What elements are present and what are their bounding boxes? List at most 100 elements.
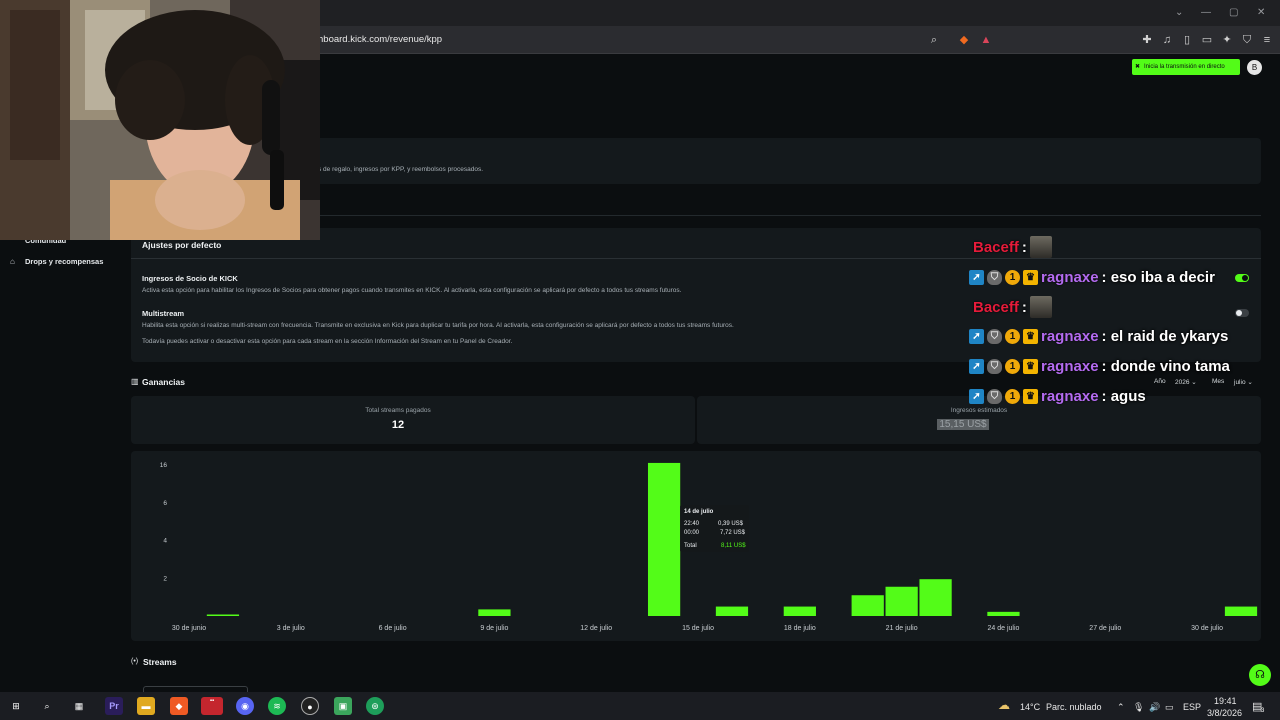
x-tick-label: 12 de julio	[580, 625, 612, 632]
weather-desc[interactable]: Parc. nublado	[1046, 702, 1102, 712]
chat-text: : agus	[1101, 387, 1146, 405]
chart-bar[interactable]	[715, 606, 749, 616]
chart-bar[interactable]	[987, 611, 1020, 616]
language-indicator[interactable]: ESP	[1183, 702, 1201, 712]
spotify-icon[interactable]: ≋	[268, 697, 286, 715]
chevron-down-icon: ⌄	[1191, 379, 1197, 386]
chat-text: : donde vino tama	[1101, 357, 1230, 375]
wallet-icon[interactable]: ▭	[1200, 33, 1214, 47]
tab-list-icon[interactable]: ⌄	[1175, 7, 1183, 18]
tooltip-total-value: 8,11 US$	[721, 543, 746, 549]
gift-icon: ⌂	[10, 257, 15, 266]
file-explorer-icon[interactable]: ▬	[137, 697, 155, 715]
go-live-label: Inicia la transmisión en directo	[1144, 64, 1225, 70]
sub-badge-icon: 1	[1005, 269, 1020, 285]
kick-app-icon[interactable]: ⊛	[366, 697, 384, 715]
chart-bar[interactable]	[206, 614, 240, 617]
chart-bar[interactable]	[783, 606, 816, 616]
chat-username: ragnaxe	[1041, 387, 1099, 405]
month-label: Mes	[1212, 378, 1225, 385]
url-text[interactable]: hboard.kick.com/revenue/kpp	[318, 34, 442, 45]
premiere-icon[interactable]: Pr	[105, 697, 123, 715]
emote-icon	[1029, 236, 1052, 258]
stream-app-icon[interactable]: ▪▪	[201, 697, 223, 715]
estimated-revenue-value: 15,15 US$	[937, 419, 989, 430]
menu-icon[interactable]: ≡	[1260, 33, 1274, 47]
avatar[interactable]: B	[1247, 60, 1262, 75]
task-view-icon[interactable]: ▦	[70, 697, 88, 715]
obs-icon[interactable]: ●	[301, 697, 319, 715]
maximize-icon[interactable]: ▢	[1229, 7, 1238, 18]
x-tick-label: 3 de julio	[277, 625, 305, 632]
chevron-down-icon: ⌄	[1247, 379, 1253, 386]
start-icon[interactable]: ⊞	[7, 697, 25, 715]
zoom-icon[interactable]: ⌕	[927, 33, 941, 47]
x-tick-label: 24 de julio	[987, 625, 1019, 632]
sub-badge-icon: 1	[1005, 388, 1020, 404]
divider	[131, 258, 1261, 259]
founder-badge-icon: ♛	[1023, 269, 1038, 285]
prime-badge-icon: ➚	[969, 358, 984, 374]
partner-title: Ingresos de Socio de KICK	[142, 274, 238, 283]
chart-bar[interactable]	[851, 595, 884, 616]
info-banner-text: s de regalo, ingresos por KPP, y reembol…	[318, 166, 483, 173]
year-label: Año	[1154, 378, 1166, 385]
search-icon[interactable]: ⌕	[38, 697, 56, 715]
year-select[interactable]: 2026 ⌄	[1175, 378, 1197, 386]
chat-username: ragnaxe	[1041, 357, 1099, 375]
streams-title: Streams	[143, 657, 177, 667]
minimize-icon[interactable]: —	[1201, 7, 1211, 18]
clock-date[interactable]: 3/8/2026	[1207, 708, 1242, 718]
chart-icon: ▥	[131, 377, 139, 386]
chat-message: ➚ ⛉ 1 ♛ ragnaxe : agus	[969, 386, 1146, 406]
tooltip-total-label: Total	[684, 543, 697, 549]
vpn-icon[interactable]: ⛉	[1240, 33, 1254, 47]
tooltip-time-2: 00:00	[684, 530, 700, 536]
founder-badge-icon: ♛	[1023, 328, 1038, 344]
brave-rewards-icon[interactable]: ▲	[979, 33, 993, 47]
tooltip-time-1: 22:40	[684, 521, 700, 527]
chart-bar[interactable]	[1224, 606, 1258, 616]
partner-desc: Activa esta opción para habilitar los In…	[142, 287, 682, 294]
microphone-icon[interactable]: 🎙	[1133, 702, 1144, 713]
x-tick-label: 27 de julio	[1089, 625, 1121, 632]
chat-text: : eso iba a decir	[1101, 268, 1215, 286]
mod-badge-icon: ⛉	[987, 388, 1002, 404]
go-live-button[interactable]: Inicia la transmisión en directo	[1132, 59, 1240, 75]
network-icon[interactable]: ▭	[1165, 702, 1174, 713]
x-tick-label: 18 de julio	[784, 625, 816, 632]
sub-badge-icon: 1	[1005, 358, 1020, 374]
emote-icon	[1029, 296, 1052, 318]
leo-ai-icon[interactable]: ✦	[1220, 33, 1234, 47]
chart-bar[interactable]	[478, 609, 511, 616]
tooltip-value-1: 0,39 US$	[718, 521, 744, 527]
sidebar-icon[interactable]: ▯	[1180, 33, 1194, 47]
multistream-toggle[interactable]	[1235, 309, 1249, 317]
media-icon[interactable]: ♫	[1160, 33, 1174, 47]
chart-bar[interactable]	[885, 586, 918, 616]
month-value: julio	[1234, 379, 1246, 386]
extensions-icon[interactable]: ✚	[1140, 33, 1154, 47]
chart-bar[interactable]	[919, 579, 952, 616]
volume-icon[interactable]: 🔊	[1149, 702, 1160, 713]
y-tick-label: 16	[160, 462, 168, 469]
discord-icon[interactable]: ◉	[236, 697, 254, 715]
webcam-overlay	[0, 0, 320, 240]
weather-temp[interactable]: 14°C	[1020, 702, 1040, 712]
chat-username: Baceff	[973, 238, 1019, 256]
support-chat-button[interactable]: ☊	[1249, 664, 1271, 686]
x-tick-label: 9 de julio	[480, 625, 508, 632]
brave-shields-icon[interactable]: ◆	[957, 33, 971, 47]
chart-bar[interactable]	[647, 462, 681, 616]
headset-icon: ☊	[1255, 669, 1265, 681]
partner-toggle[interactable]	[1235, 274, 1249, 282]
close-icon[interactable]: ✕	[1257, 7, 1265, 18]
android-app-icon[interactable]: ▣	[334, 697, 352, 715]
brave-icon[interactable]: ◆	[170, 697, 188, 715]
tray-expand-icon[interactable]: ⌃	[1117, 702, 1125, 713]
month-select[interactable]: julio ⌄	[1234, 378, 1253, 386]
mod-badge-icon: ⛉	[987, 269, 1002, 285]
broadcast-icon: ✖	[1135, 64, 1141, 70]
sidebar-item-drops[interactable]: Drops y recompensas	[25, 257, 103, 266]
clock-time[interactable]: 19:41	[1214, 696, 1237, 706]
